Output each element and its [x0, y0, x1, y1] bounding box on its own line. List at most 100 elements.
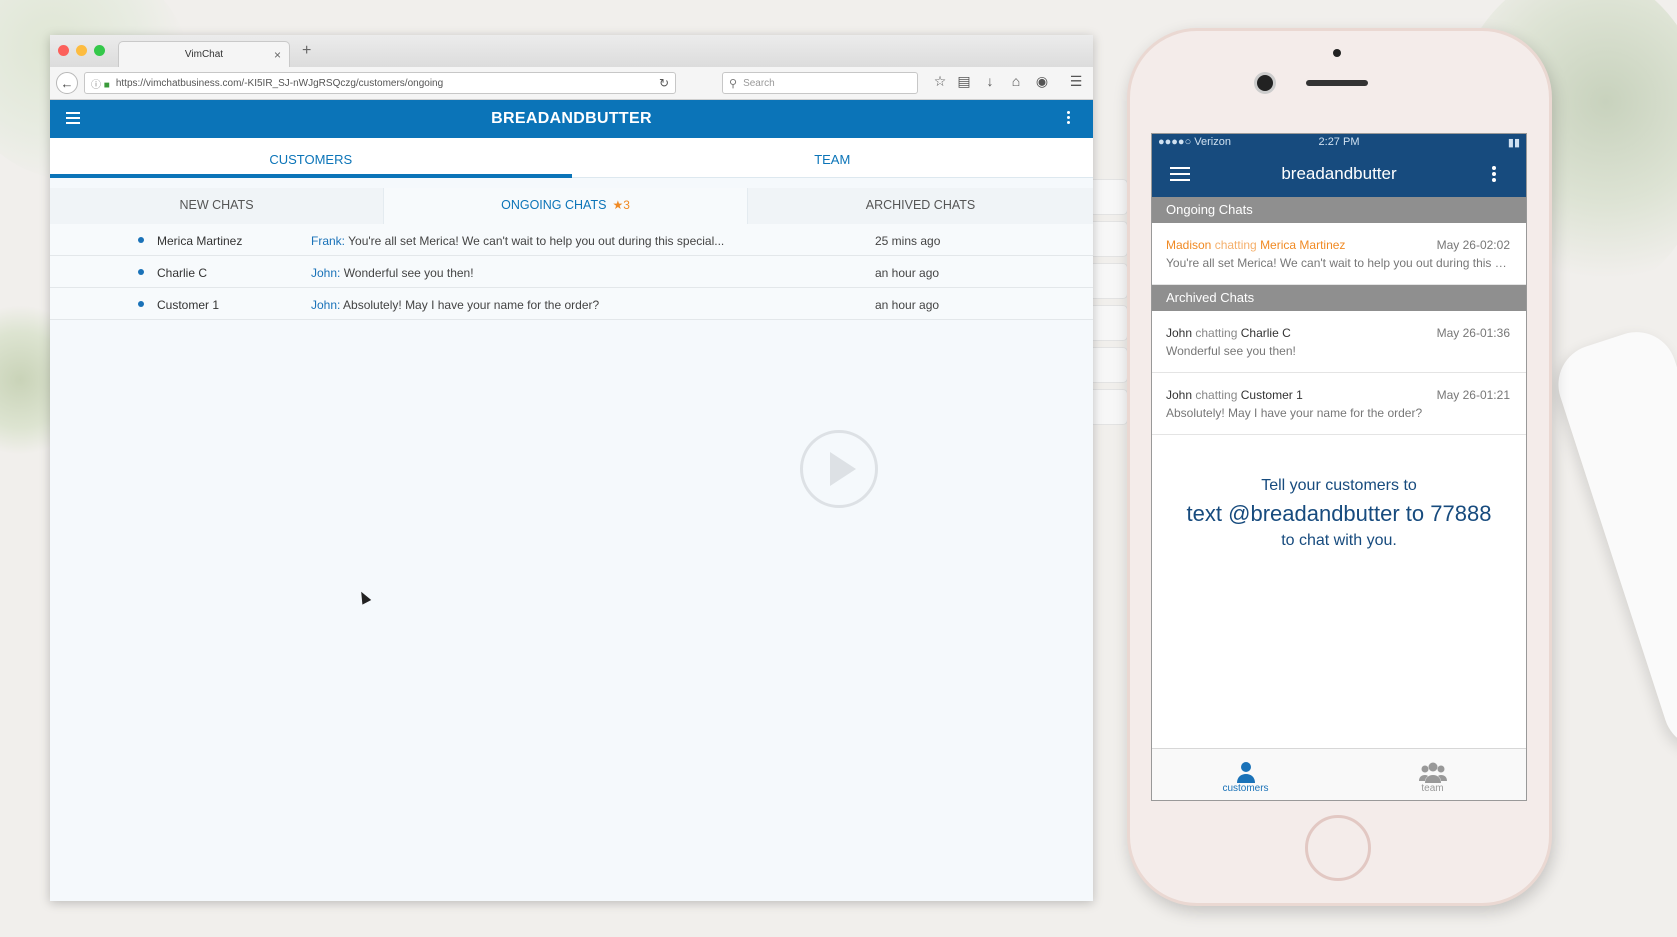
home-icon[interactable]: ⌂ — [1006, 73, 1026, 89]
status-time: 2:27 PM — [1318, 136, 1360, 148]
phone-sensor — [1333, 49, 1341, 57]
browser-menu-icon[interactable]: ☰ — [1066, 73, 1086, 90]
download-icon[interactable]: ↓ — [980, 73, 1000, 89]
search-placeholder: Search — [743, 77, 775, 89]
tab-ongoing-chats[interactable]: ONGOING CHATS ★3 — [383, 188, 748, 224]
chat-snippet: You're all set Merica! We can't wait to … — [1166, 256, 1511, 270]
reload-icon[interactable]: ↻ — [659, 76, 669, 90]
online-dot-icon — [138, 269, 144, 275]
chat-row[interactable]: Merica Martinez Frank: You're all set Me… — [50, 224, 1093, 256]
minimize-window-button[interactable] — [76, 45, 87, 56]
last-message: John: Absolutely! May I have your name f… — [311, 298, 811, 312]
group-icon — [1339, 757, 1526, 783]
online-dot-icon — [138, 301, 144, 307]
promo-line-3: to chat with you. — [1281, 532, 1397, 549]
agent-name: John — [1166, 388, 1193, 402]
url-text: https://vimchatbusiness.com/-KI5IR_SJ-nW… — [115, 77, 444, 89]
archived-section-header: Archived Chats — [1152, 285, 1526, 311]
agent-name: John — [1166, 326, 1193, 340]
phone-statusbar: ●●●●○ Verizon 2:27 PM ▮▮ — [1152, 134, 1526, 150]
main-tabs: CUSTOMERS TEAM — [50, 138, 1093, 178]
maximize-window-button[interactable] — [94, 45, 105, 56]
customer-name: Customer 1 — [157, 298, 220, 312]
tab-customers[interactable]: CUSTOMERS — [50, 138, 572, 178]
menu-icon[interactable] — [66, 112, 80, 124]
phone-chat-item[interactable]: John chatting Customer 1 May 26-01:21 Ab… — [1152, 373, 1526, 435]
new-tab-button[interactable]: + — [302, 42, 311, 60]
customer-name: Charlie C — [1240, 326, 1291, 340]
close-window-button[interactable] — [58, 45, 69, 56]
phone-tab-customers[interactable]: customers — [1152, 749, 1339, 800]
browser-tab-title: VimChat — [184, 49, 224, 60]
phone-camera-icon — [1257, 75, 1273, 91]
chat-date: May 26-02:02 — [1436, 238, 1510, 252]
message-text: You're all set Merica! We can't wait to … — [345, 234, 725, 248]
decor-tablet — [1548, 321, 1677, 759]
chat-participants: John chatting Charlie C — [1166, 326, 1291, 340]
online-dot-icon — [138, 237, 144, 243]
phone-more-icon[interactable] — [1492, 166, 1496, 184]
message-text: Absolutely! May I have your name for the… — [340, 298, 600, 312]
person-icon — [1152, 757, 1339, 783]
phone-menu-icon[interactable] — [1170, 167, 1190, 185]
tab-ongoing-label: ONGOING CHATS — [501, 198, 607, 212]
chatting-label: chatting — [1192, 326, 1241, 340]
battery-icon: ▮▮ — [1507, 137, 1520, 149]
last-message: Frank: You're all set Merica! We can't w… — [311, 234, 811, 248]
brand-title: BREADANDBUTTER — [491, 110, 652, 127]
chat-row[interactable]: Charlie C John: Wonderful see you then! … — [50, 256, 1093, 288]
chat-list: Merica Martinez Frank: You're all set Me… — [50, 224, 1093, 320]
reading-list-icon[interactable]: ▤ — [954, 73, 974, 90]
chat-participants: Madison chatting Merica Martinez — [1166, 238, 1345, 252]
site-info-icon[interactable]: ⓘ ■ — [91, 76, 110, 91]
chat-date: May 26-01:36 — [1436, 326, 1510, 340]
customer-name: Merica Martinez — [1260, 238, 1346, 252]
more-options-icon[interactable] — [1067, 111, 1071, 126]
message-time: an hour ago — [875, 298, 940, 312]
phone-bottom-nav: customers team — [1152, 748, 1526, 800]
bookmark-star-icon[interactable]: ☆ — [930, 73, 950, 90]
mouse-cursor-icon — [356, 589, 372, 605]
phone-chat-item[interactable]: Madison chatting Merica Martinez May 26-… — [1152, 223, 1526, 285]
ongoing-section-header: Ongoing Chats — [1152, 197, 1526, 223]
phone-tab-team[interactable]: team — [1339, 749, 1526, 800]
app-header: BREADANDBUTTER — [50, 100, 1093, 138]
phone-chat-item[interactable]: John chatting Charlie C May 26-01:36 Won… — [1152, 311, 1526, 373]
promo-message: Tell your customers to text @breadandbut… — [1152, 477, 1526, 550]
chat-filter-tabs: NEW CHATS ONGOING CHATS ★3 ARCHIVED CHATS — [50, 188, 1093, 224]
last-message: John: Wonderful see you then! — [311, 266, 811, 280]
message-time: an hour ago — [875, 266, 940, 280]
phone-screen: ●●●●○ Verizon 2:27 PM ▮▮ breadandbutter … — [1151, 133, 1527, 801]
chat-row[interactable]: Customer 1 John: Absolutely! May I have … — [50, 288, 1093, 320]
url-bar[interactable]: ⓘ ■ https://vimchatbusiness.com/-KI5IR_S… — [84, 72, 676, 94]
agent-name: John: — [311, 266, 341, 280]
tab-archived-chats[interactable]: ARCHIVED CHATS — [748, 188, 1093, 224]
video-play-icon[interactable] — [800, 430, 878, 508]
phone-home-button[interactable] — [1305, 815, 1371, 881]
chatting-label: chatting — [1211, 238, 1261, 252]
chat-date: May 26-01:21 — [1436, 388, 1510, 402]
browser-navbar: ← ⓘ ■ https://vimchatbusiness.com/-KI5IR… — [50, 67, 1093, 100]
message-time: 25 mins ago — [875, 234, 941, 248]
chatting-label: chatting — [1192, 388, 1241, 402]
chat-snippet: Wonderful see you then! — [1166, 344, 1296, 358]
tab-team[interactable]: TEAM — [572, 138, 1094, 177]
tab-new-chats[interactable]: NEW CHATS — [50, 188, 383, 224]
browser-tab[interactable]: VimChat × — [118, 41, 290, 67]
chat-participants: John chatting Customer 1 — [1166, 388, 1303, 402]
promo-line-2: text @breadandbutter to 77888 — [1186, 501, 1492, 526]
browser-window: VimChat × + ← ⓘ ■ https://vimchatbusines… — [50, 35, 1093, 901]
customer-name: Charlie C — [157, 266, 208, 280]
phone-speaker — [1306, 80, 1368, 86]
message-text: Wonderful see you then! — [340, 266, 474, 280]
back-arrow-icon[interactable]: ← — [56, 72, 78, 94]
browser-search-input[interactable]: ⚲ Search — [722, 72, 918, 94]
unread-count-badge: ★3 — [612, 198, 630, 212]
phone-header-title: breadandbutter — [1281, 163, 1397, 183]
agent-name: John: — [311, 298, 341, 312]
close-tab-icon[interactable]: × — [274, 48, 281, 62]
pocket-icon[interactable]: ◉ — [1032, 73, 1052, 90]
customer-name: Merica Martinez — [157, 234, 243, 248]
customer-name: Customer 1 — [1240, 388, 1303, 402]
browser-titlebar: VimChat × + — [50, 35, 1093, 67]
